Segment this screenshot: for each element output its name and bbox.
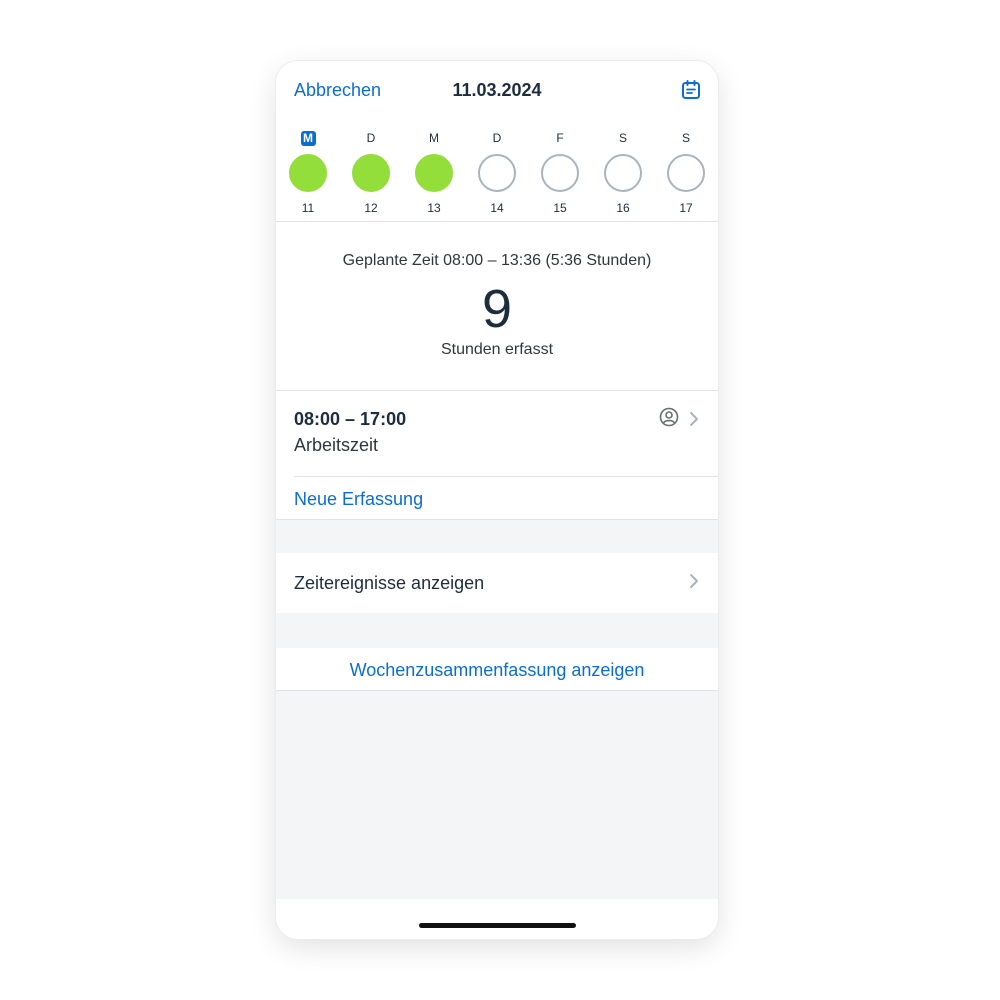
day-letter-text: M: [429, 131, 439, 145]
new-entry-row: Neue Erfassung: [276, 477, 718, 520]
time-events-row[interactable]: Zeitereignisse anzeigen: [276, 553, 718, 613]
week-summary-row: Wochenzusammenfassung anzeigen: [276, 648, 718, 691]
recorded-hours: 9: [481, 279, 513, 339]
day-status-empty: [604, 154, 642, 192]
day-number: 11: [301, 201, 315, 215]
hours-summary: Geplante Zeit 08:00 – 13:36 (5:36 Stunde…: [276, 222, 718, 391]
day-letter: S: [598, 131, 648, 146]
day-status-empty: [478, 154, 516, 192]
day-letter: S: [661, 131, 711, 146]
day-status-recorded: [415, 154, 453, 192]
day-number: 16: [616, 201, 630, 215]
cancel-button[interactable]: Abbrechen: [294, 80, 381, 101]
day-status-recorded: [352, 154, 390, 192]
day-letter-text: S: [618, 131, 627, 145]
chevron-right-icon: [690, 412, 698, 426]
day-number: 14: [490, 201, 504, 215]
time-events-label: Zeitereignisse anzeigen: [294, 573, 485, 593]
day-letter: D: [346, 131, 396, 146]
planned-time: Geplante Zeit 08:00 – 13:36 (5:36 Stunde…: [342, 252, 652, 269]
day-number: 13: [427, 201, 441, 215]
day-letter: M: [283, 131, 333, 146]
day-17[interactable]: S 17: [661, 127, 711, 217]
day-number: 17: [679, 201, 693, 215]
calendar-icon: [682, 80, 700, 99]
day-letter: D: [472, 131, 522, 146]
day-12[interactable]: D 12: [346, 127, 396, 217]
day-letter-text: M: [300, 131, 316, 146]
day-14[interactable]: D 14: [472, 127, 522, 217]
calendar-button[interactable]: [680, 79, 702, 101]
day-letter-text: S: [681, 131, 690, 145]
day-status-recorded: [289, 154, 327, 192]
phone-frame: Abbrechen 11.03.2024 M 11 D 12 M 13 D 14 F 15 S 16 S…: [276, 61, 718, 939]
recorded-hours-label: Stunden erfasst: [440, 341, 554, 358]
day-13[interactable]: M 13: [409, 127, 459, 217]
day-letter: M: [409, 131, 459, 146]
new-entry-link[interactable]: Neue Erfassung: [294, 489, 423, 510]
home-indicator[interactable]: [419, 923, 576, 928]
user-circle-icon: [659, 407, 679, 427]
header: Abbrechen 11.03.2024 M 11 D 12 M 13 D 14 F 15 S 16 S…: [276, 61, 718, 222]
day-15[interactable]: F 15: [535, 127, 585, 217]
day-letter: F: [535, 131, 585, 146]
day-11[interactable]: M 11: [283, 127, 333, 217]
entry-time: 08:00 – 17:00: [294, 409, 407, 429]
entry-type: Arbeitszeit: [294, 435, 379, 455]
day-letter-text: D: [492, 131, 502, 145]
day-status-empty: [541, 154, 579, 192]
week-strip: M 11 D 12 M 13 D 14 F 15 S 16 S 17: [276, 127, 718, 217]
home-bar-area: [276, 899, 718, 939]
week-summary-link[interactable]: Wochenzusammenfassung anzeigen: [276, 660, 718, 681]
day-letter-text: D: [366, 131, 376, 145]
day-number: 12: [364, 201, 378, 215]
chevron-right-icon: [690, 574, 698, 588]
screen: Abbrechen 11.03.2024 M 11 D 12 M 13 D 14 F 15 S 16 S…: [276, 61, 718, 939]
day-status-empty: [667, 154, 705, 192]
day-16[interactable]: S 16: [598, 127, 648, 217]
time-entry-row[interactable]: 08:00 – 17:00 Arbeitszeit: [276, 391, 718, 477]
day-letter-text: F: [556, 131, 564, 145]
day-number: 15: [553, 201, 567, 215]
